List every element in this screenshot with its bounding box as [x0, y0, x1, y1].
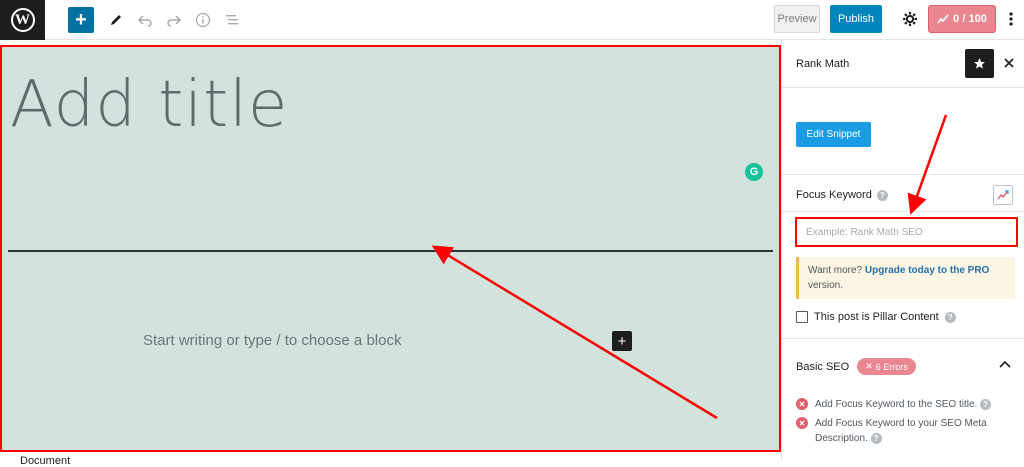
upgrade-notice: Want more? Upgrade today to the PRO vers…	[796, 257, 1015, 299]
sidebar-header: Rank Math	[782, 40, 1024, 88]
basic-seo-label: Basic SEO	[796, 360, 850, 373]
help-icon[interactable]: ?	[870, 433, 882, 444]
post-title-field[interactable]: Add title	[10, 68, 288, 142]
upgrade-prefix: Want more?	[808, 265, 865, 276]
pillar-content-checkbox[interactable]	[796, 311, 808, 323]
errors-badge: ✕ 6 Errors	[857, 358, 916, 375]
seo-check-text: Add Focus Keyword to your SEO Meta Descr…	[815, 416, 1016, 446]
seo-check-label: Add Focus Keyword to your SEO Meta Descr…	[815, 418, 987, 444]
rank-math-score-button[interactable]: 0 / 100	[928, 5, 996, 33]
chevron-up-icon[interactable]	[999, 356, 1011, 371]
x-small-icon: ✕	[865, 361, 873, 371]
seo-score-value: 0 / 100	[953, 13, 987, 25]
seo-check-label: Add Focus Keyword to the SEO title.	[815, 399, 978, 410]
pillar-content-label: This post is Pillar Content	[814, 311, 939, 323]
trends-icon[interactable]	[993, 185, 1013, 205]
seo-check-item: ✕ Add Focus Keyword to the SEO title. ?	[796, 397, 1016, 412]
help-icon[interactable]: ?	[944, 311, 956, 323]
pencil-tools-icon[interactable]	[104, 8, 128, 32]
settings-gear-icon[interactable]	[899, 8, 921, 30]
star-icon[interactable]	[965, 49, 994, 78]
rank-math-sidebar: Rank Math Edit Snippet Focus Keyword ? W…	[781, 40, 1024, 461]
focus-keyword-input-frame	[795, 217, 1018, 247]
sidebar-title: Rank Math	[796, 58, 850, 70]
error-x-icon: ✕	[796, 398, 808, 410]
more-options-icon[interactable]	[1004, 8, 1018, 30]
add-block-button[interactable]: +	[612, 331, 632, 351]
upgrade-suffix: version.	[808, 280, 844, 291]
publish-button[interactable]: Publish	[830, 5, 882, 33]
pillar-content-option[interactable]: This post is Pillar Content ?	[796, 311, 956, 323]
basic-seo-panel-header[interactable]: Basic SEO ✕ 6 Errors	[796, 358, 916, 375]
info-icon[interactable]	[191, 8, 215, 32]
preview-button[interactable]: Preview	[774, 5, 820, 33]
errors-badge-text: 6 Errors	[875, 361, 908, 372]
edit-snippet-button[interactable]: Edit Snippet	[796, 122, 871, 147]
section-divider	[782, 338, 1024, 339]
help-icon[interactable]: ?	[980, 399, 992, 410]
block-appender-placeholder[interactable]: Start writing or type / to choose a bloc…	[143, 332, 401, 349]
upgrade-pro-link[interactable]: Upgrade today to the PRO	[865, 265, 989, 276]
section-divider	[782, 174, 1024, 175]
grammarly-icon[interactable]: G	[745, 163, 763, 181]
seo-check-item: ✕ Add Focus Keyword to your SEO Meta Des…	[796, 416, 1016, 446]
wordpress-icon: W	[10, 8, 35, 32]
block-navigation-icon[interactable]	[220, 8, 244, 32]
wordpress-logo-button[interactable]: W	[0, 0, 45, 40]
focus-keyword-input[interactable]	[800, 222, 1013, 242]
rank-math-chart-icon	[937, 14, 949, 24]
error-x-icon: ✕	[796, 417, 808, 429]
help-icon[interactable]: ?	[876, 189, 888, 201]
editor-toolbar: W + Preview Publish 0 / 100	[0, 0, 1024, 40]
focus-keyword-label: Focus Keyword ?	[796, 189, 888, 201]
block-inserter-button[interactable]: +	[68, 7, 94, 33]
title-underline-divider	[8, 250, 773, 252]
seo-check-text: Add Focus Keyword to the SEO title. ?	[815, 397, 992, 412]
focus-keyword-text: Focus Keyword	[796, 189, 872, 201]
close-icon[interactable]	[1001, 54, 1017, 72]
redo-icon[interactable]	[162, 8, 186, 32]
undo-icon[interactable]	[133, 8, 157, 32]
document-breadcrumb[interactable]: Document	[20, 455, 70, 467]
section-divider	[782, 211, 1024, 212]
